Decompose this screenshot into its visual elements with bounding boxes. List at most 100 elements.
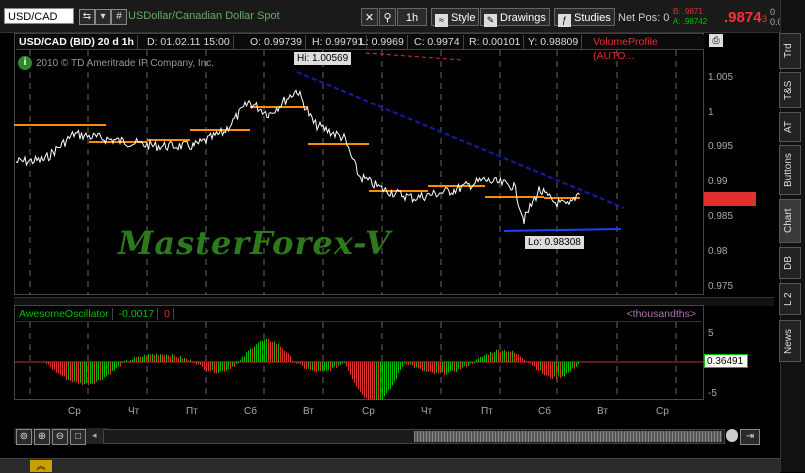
horizontal-scrollbar[interactable] — [103, 429, 725, 444]
support-line — [503, 228, 622, 232]
tab-news[interactable]: News — [779, 320, 801, 362]
drawings-label: Drawings — [500, 12, 546, 24]
scrollbar-end-icon[interactable] — [726, 429, 738, 442]
oscillator-bar — [168, 355, 169, 362]
oscillator-bar — [308, 362, 309, 370]
zoom-reset-icon[interactable]: ⊚ — [16, 429, 32, 445]
oscillator-bar — [350, 362, 351, 376]
print-icon[interactable]: ⎙ — [709, 34, 723, 47]
oscillator-bar — [164, 355, 165, 362]
oscillator-bar — [210, 362, 211, 372]
oscillator-bar — [326, 362, 327, 371]
oscillator-bar — [392, 362, 393, 386]
osc-scale-bottom: -5 — [708, 388, 717, 399]
symbol-lookup-icon[interactable]: ⇆ — [79, 9, 95, 25]
tab-chart[interactable]: Chart — [779, 199, 801, 243]
oscillator-bar — [180, 355, 181, 362]
collapse-up-icon[interactable]: ︽ — [30, 460, 52, 472]
oscillator-bar — [132, 359, 133, 362]
oscillator-value: -0.0017 — [115, 308, 159, 320]
tab-buttons[interactable]: Buttons — [779, 145, 801, 195]
oscillator-bar — [74, 362, 75, 382]
zoom-tool-icon[interactable]: ⚲ — [379, 8, 396, 26]
oscillator-bar — [482, 356, 483, 362]
timeframe-button[interactable]: 1h — [397, 8, 427, 26]
oscillator-bar — [498, 349, 499, 362]
oscillator-bar — [116, 362, 117, 369]
symbol-input[interactable]: USD/CAD — [4, 8, 74, 24]
style-label: Style — [451, 12, 476, 24]
oscillator-bar — [86, 362, 87, 384]
oscillator-bar — [296, 362, 297, 364]
symbol-dropdown-icon[interactable]: ▾ — [95, 9, 111, 25]
oscillator-name[interactable]: AwesomeOscillator — [16, 308, 113, 320]
tab-at[interactable]: AT — [779, 112, 801, 142]
oscillator-bar — [400, 362, 401, 371]
oscillator-bar — [300, 362, 301, 365]
link-hash-button[interactable]: # — [111, 9, 127, 25]
oscillator-bar — [458, 362, 459, 370]
scroll-left-icon[interactable]: ◂ — [92, 430, 102, 442]
oscillator-bar — [222, 362, 223, 371]
oscillator-bar — [512, 350, 513, 362]
oscillator-bar — [270, 341, 271, 362]
oscillator-bar — [388, 362, 389, 391]
oscillator-bar — [336, 362, 337, 368]
info-open: O: 0.99739 — [247, 35, 306, 49]
oscillator-bar — [454, 362, 455, 373]
oscillator-bar — [538, 362, 539, 372]
zoom-in-icon[interactable]: ⊕ — [34, 429, 50, 445]
expand-right-icon[interactable]: ⇥ — [740, 429, 760, 445]
oscillator-bar — [254, 346, 255, 362]
crosshair-tool-icon[interactable]: ✕ — [361, 8, 378, 26]
oscillator-bar — [142, 356, 143, 362]
oscillator-bar — [334, 362, 335, 367]
oscillator-bar — [502, 350, 503, 362]
studies-icon: ƒ — [558, 14, 571, 27]
oscillator-bar — [310, 362, 311, 371]
fit-icon[interactable]: □ — [70, 429, 86, 445]
style-button[interactable]: ≈ Style — [431, 8, 480, 27]
oscillator-bar — [562, 362, 563, 377]
oscillator-bar — [490, 351, 491, 362]
tab-time-and-sales[interactable]: T&S — [779, 72, 801, 108]
oscillator-bar — [534, 362, 535, 367]
tab-level2[interactable]: L 2 — [779, 283, 801, 315]
oscillator-bar — [218, 362, 219, 373]
info-y: Y: 0.98809 — [525, 35, 583, 49]
oscillator-bar — [156, 353, 157, 362]
info-close: C: 0.9974 — [411, 35, 464, 49]
oscillator-bar — [88, 362, 89, 386]
oscillator-bar — [84, 362, 85, 385]
oscillator-bar — [324, 362, 325, 371]
oscillator-bar — [54, 362, 55, 370]
oscillator-bar — [266, 338, 267, 362]
oscillator-bar — [148, 354, 149, 362]
oscillator-bar — [500, 351, 501, 362]
oscillator-bar — [338, 362, 339, 366]
zoom-out-icon[interactable]: ⊖ — [52, 429, 68, 445]
tab-trd[interactable]: Trd — [779, 33, 801, 69]
oscillator-bar — [466, 362, 467, 368]
drawings-button[interactable]: ✎ Drawings — [480, 8, 550, 27]
oscillator-bar — [236, 362, 237, 364]
oscillator-bar — [348, 362, 349, 372]
oscillator-bar — [56, 362, 57, 373]
info-date: D: 01.02.11 15:00 — [144, 35, 234, 49]
oscillator-bar — [456, 362, 457, 373]
studies-button[interactable]: ƒ Studies — [554, 8, 615, 27]
oscillator-bar — [306, 362, 307, 370]
oscillator-bar — [318, 362, 319, 372]
tab-db[interactable]: DB — [779, 247, 801, 279]
oscillator-bar — [206, 362, 207, 371]
current-price-marker — [704, 192, 750, 206]
scrollbar-thumb[interactable] — [414, 431, 722, 442]
info-symbol: USD/CAD (BID) 20 d 1h — [16, 35, 138, 49]
high-label: Hi: 1.00569 — [294, 52, 352, 65]
oscillator-bar — [488, 354, 489, 362]
oscillator-bar — [114, 362, 115, 371]
oscillator-bar — [570, 362, 571, 372]
oscillator-bar — [390, 362, 391, 390]
info-volume-profile[interactable]: VolumeProfile (AUTO... — [590, 35, 704, 62]
oscillator-bar — [432, 362, 433, 373]
